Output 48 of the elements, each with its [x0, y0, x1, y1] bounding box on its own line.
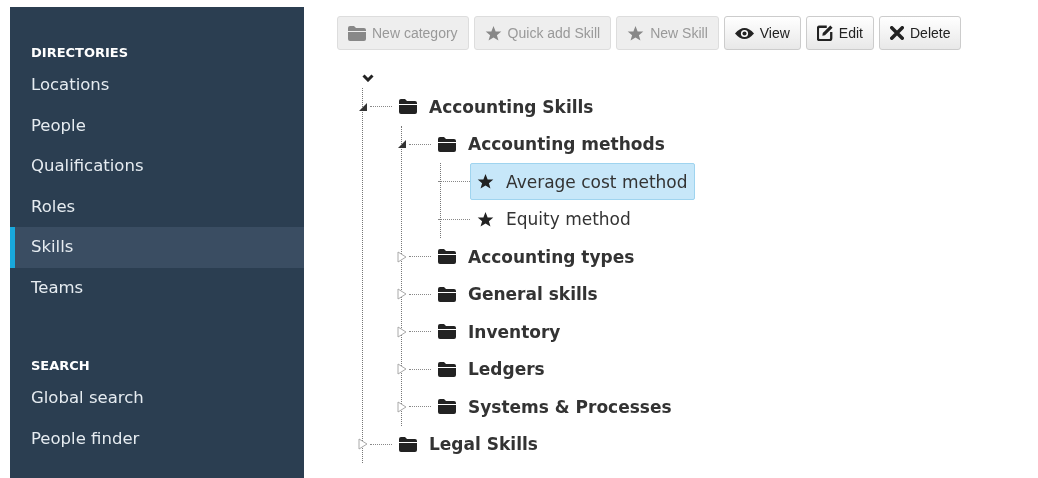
skill-node[interactable]: Equity method: [470, 200, 638, 238]
sidebar-item[interactable]: Skills: [10, 227, 304, 268]
star-icon: [627, 24, 645, 42]
chevron-down-icon[interactable]: [362, 74, 374, 82]
collapsed-icon[interactable]: [397, 400, 407, 413]
skill-node[interactable]: Average cost method: [470, 163, 695, 201]
folder-icon: [438, 286, 456, 302]
expanded-icon[interactable]: [358, 101, 368, 112]
folder-icon: [399, 99, 417, 115]
section-heading: SEARCH: [30, 357, 91, 375]
category-node[interactable]: Ledgers: [431, 350, 552, 388]
sidebar-item[interactable]: Global search: [10, 378, 304, 419]
category-node[interactable]: Systems & Processes: [431, 388, 679, 426]
folder-icon: [438, 249, 456, 265]
folder-icon: [438, 399, 456, 415]
category-node[interactable]: Accounting methods: [431, 125, 672, 163]
section-heading: DIRECTORIES: [30, 44, 130, 62]
sidebar-item[interactable]: Locations: [10, 65, 304, 106]
folder-icon: [399, 436, 417, 452]
collapsed-icon[interactable]: [397, 363, 407, 376]
delete-icon: [890, 26, 904, 40]
category-node[interactable]: Inventory: [431, 313, 568, 351]
edit-button[interactable]: Edit: [805, 16, 874, 50]
sidebar-item[interactable]: Teams: [10, 267, 304, 308]
collapsed-icon[interactable]: [397, 288, 407, 301]
category-node[interactable]: Accounting Skills: [392, 88, 601, 126]
category-node[interactable]: General skills: [431, 275, 605, 313]
sidebar-item[interactable]: Roles: [10, 186, 304, 227]
folder-icon: [348, 25, 366, 41]
folder-icon: [438, 136, 456, 152]
sidebar-item[interactable]: Qualifications: [10, 146, 304, 187]
sidebar-item[interactable]: People: [10, 105, 304, 146]
star-icon: [484, 24, 502, 42]
star-icon: [477, 173, 494, 191]
sidebar-item[interactable]: People finder: [10, 418, 304, 459]
view-button[interactable]: View: [723, 16, 801, 50]
category-node[interactable]: Legal Skills: [392, 425, 545, 463]
collapsed-icon[interactable]: [397, 250, 407, 263]
edit-icon: [816, 25, 833, 41]
collapsed-icon[interactable]: [358, 438, 368, 451]
folder-icon: [438, 324, 456, 340]
category-node[interactable]: Accounting types: [431, 238, 642, 276]
star-icon: [477, 210, 494, 228]
delete-button[interactable]: Delete: [879, 16, 962, 50]
folder-icon: [438, 361, 456, 377]
expanded-icon[interactable]: [397, 139, 407, 150]
eye-icon: [734, 26, 754, 40]
collapsed-icon[interactable]: [397, 325, 407, 338]
